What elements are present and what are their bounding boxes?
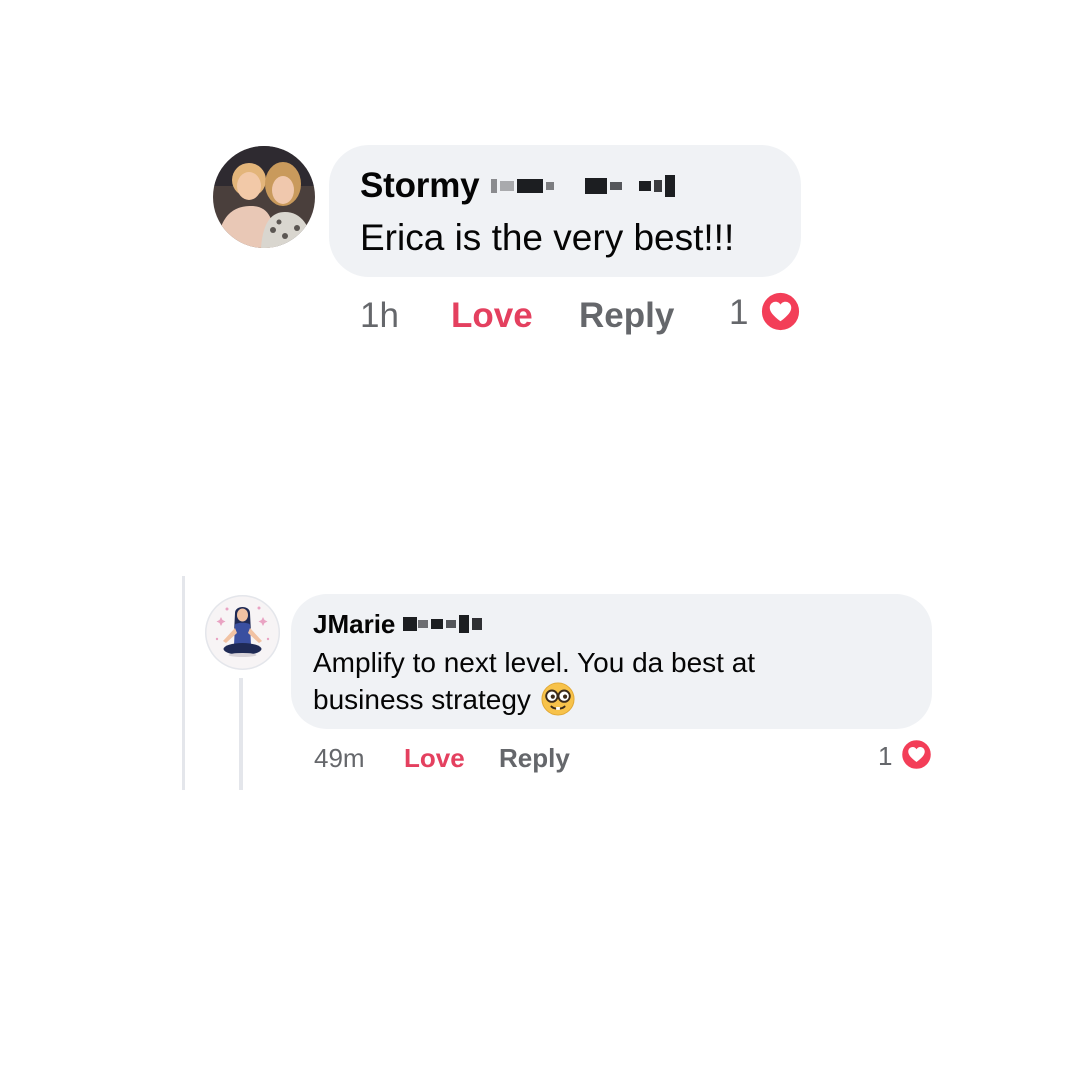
avatar[interactable] [205,595,280,670]
reply-button[interactable]: Reply [579,296,674,336]
heart-icon[interactable] [900,738,933,771]
comment-bubble[interactable]: Stormy Erica is the very best!!! [329,145,801,277]
thread-indicator-line [182,576,185,790]
author-name[interactable]: JMarie [313,608,395,640]
heart-icon[interactable] [759,290,802,333]
redacted-surname [403,612,485,636]
reaction-count[interactable]: 1 [729,293,748,333]
love-button[interactable]: Love [404,743,465,774]
comment-actions: 49m Love Reply 1 [314,738,934,778]
reply-connector-line [239,678,243,790]
photo-avatar-two-women [213,146,315,248]
comment-text: Amplify to next level. You da best at bu… [313,644,873,718]
reaction-count[interactable]: 1 [878,741,892,772]
comment-actions: 1h Love Reply 1 [360,290,802,338]
meditating-woman-avatar [206,596,279,669]
comment-text-body: Amplify to next level. You da best at bu… [313,647,756,715]
comment-timestamp[interactable]: 49m [314,743,365,774]
love-button[interactable]: Love [451,296,533,336]
author-name[interactable]: Stormy [360,165,480,207]
comment-bubble[interactable]: JMarie Amplify to next level. You da bes… [291,594,932,729]
reply-button[interactable]: Reply [499,743,570,774]
avatar[interactable] [213,146,315,248]
redacted-surname [483,171,678,201]
nerd-face-emoji [541,682,575,716]
comment-text: Erica is the very best!!! [360,217,735,258]
comment-timestamp[interactable]: 1h [360,296,399,336]
